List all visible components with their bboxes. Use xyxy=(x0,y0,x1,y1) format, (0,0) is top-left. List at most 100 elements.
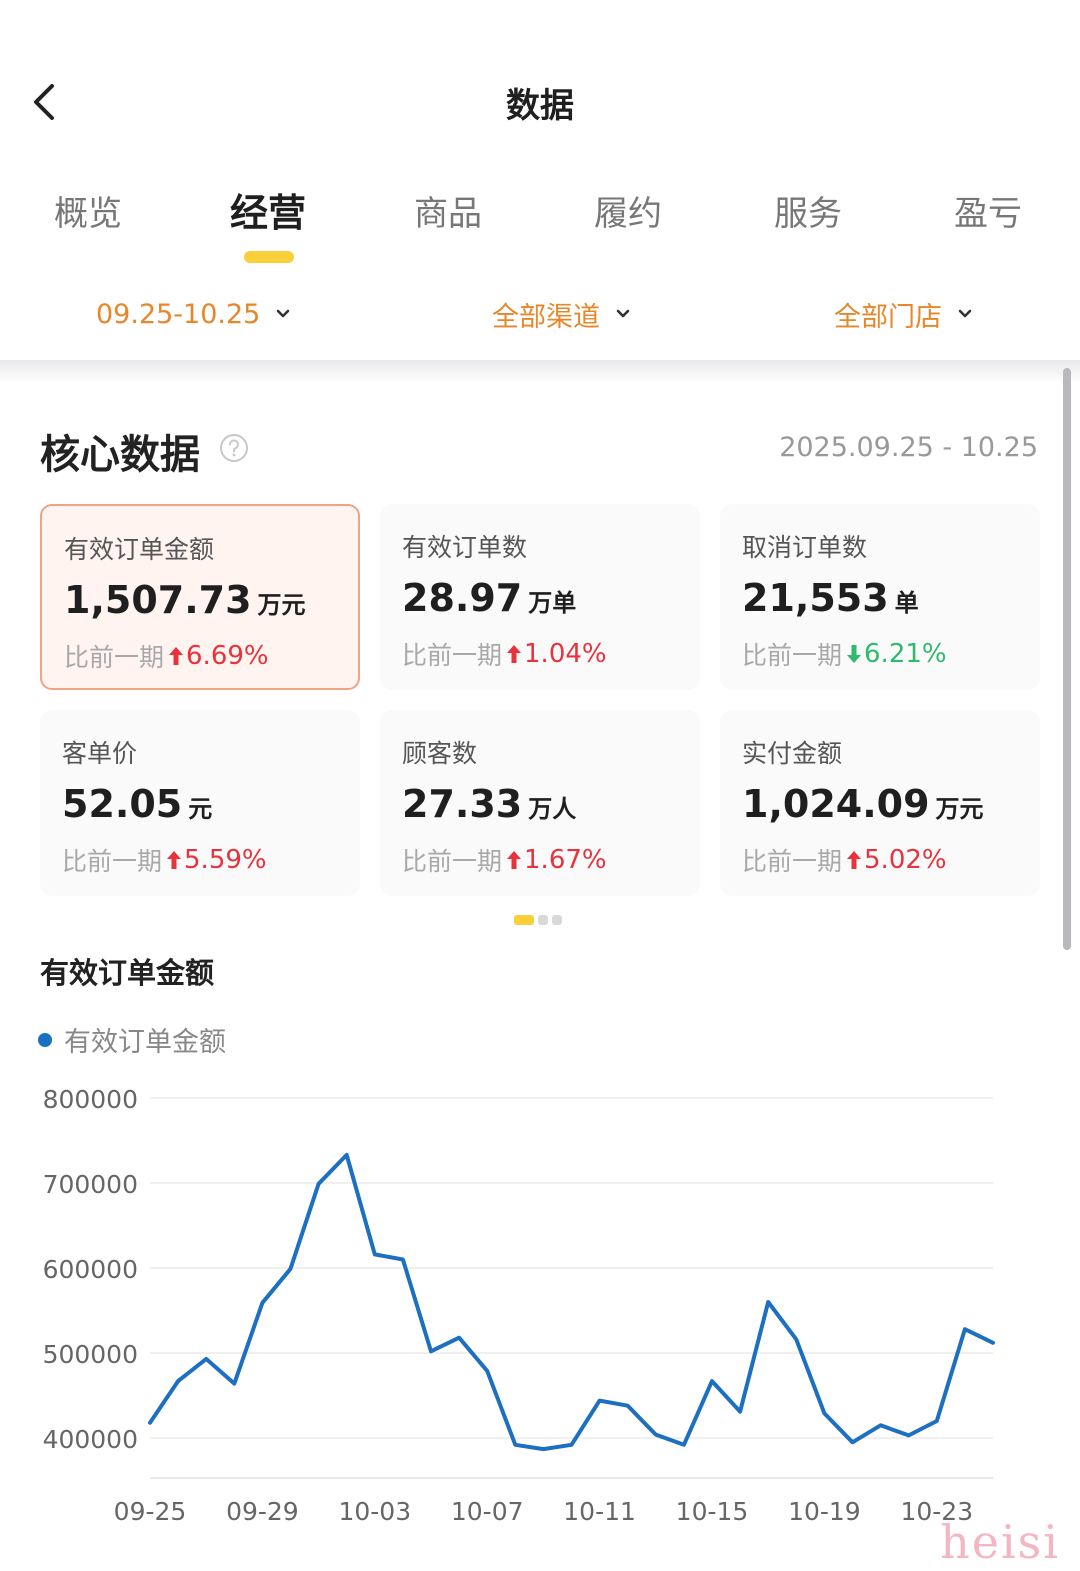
arrow-up-icon xyxy=(847,851,862,869)
legend-label: 有效订单金额 xyxy=(64,1027,226,1058)
metric-compare: 比前一期 6.69% xyxy=(64,638,269,674)
store-filter[interactable]: 全部门店 xyxy=(834,290,974,338)
legend-marker xyxy=(38,1032,52,1047)
metric-value: 21,553 单 xyxy=(742,576,919,620)
compare-label: 比前一期 xyxy=(742,641,843,670)
line-chart: 400000 500000 600000 700000 800000 09-25 09-29… xyxy=(43,1085,995,1526)
chart-title: 有效订单金额 xyxy=(40,956,215,990)
metric-number: 21,553 xyxy=(742,576,889,620)
arrow-up-icon xyxy=(169,647,184,665)
metric-unit: 单 xyxy=(894,589,919,617)
metric-label: 有效订单数 xyxy=(402,533,528,562)
metric-card[interactable]: 实付金额 1,024.09 万元比前一期 5.02% xyxy=(720,710,1040,896)
metric-label: 顾客数 xyxy=(402,739,478,768)
metric-card[interactable]: 有效订单金额 1,507.73 万元比前一期 6.69% xyxy=(40,504,360,690)
page-title: 数据 xyxy=(506,86,574,126)
active-tab-indicator xyxy=(244,251,294,263)
metric-number: 28.97 xyxy=(402,576,523,620)
metric-number: 52.05 xyxy=(62,782,183,826)
channel-filter-label: 全部渠道 xyxy=(492,301,600,333)
metric-number: 1,024.09 xyxy=(742,782,930,826)
tab-profit-loss[interactable]: 盈亏 xyxy=(898,186,1078,235)
metric-card[interactable]: 顾客数 27.33 万人 比前一期 1.67% xyxy=(380,710,700,896)
metric-label: 实付金额 xyxy=(742,739,843,768)
tab-fulfillment[interactable]: 履约 xyxy=(538,186,718,235)
metric-card[interactable]: 取消订单数 21,553 单比前一期 6.21% xyxy=(720,504,1040,690)
arrow-down-icon xyxy=(847,645,862,663)
x-tick-label: 09-29 xyxy=(226,1497,299,1526)
tab-operation[interactable]: 经营 xyxy=(178,182,358,237)
x-tick-label: 09-25 xyxy=(114,1497,187,1526)
chevron-down-icon xyxy=(616,309,630,318)
change-percent: 1.04% xyxy=(524,639,607,669)
header: 数据 概览 经营 商品 履约 服务 盈亏 09.25-10.25 全部渠道 全部… xyxy=(0,0,1080,360)
core-date-range: 2025.09.25 - 10.25 xyxy=(779,432,1038,463)
metric-value: 52.05 元 xyxy=(62,782,212,826)
x-tick-label: 10-19 xyxy=(788,1497,861,1526)
pager-dot xyxy=(538,915,548,925)
metric-unit: 万元 xyxy=(257,591,306,619)
change-percent: 5.59% xyxy=(184,845,267,875)
tab-bar: 概览 经营 商品 履约 服务 盈亏 xyxy=(0,186,1080,246)
pager-dot xyxy=(552,915,562,925)
chevron-down-icon xyxy=(277,309,290,318)
channel-filter[interactable]: 全部渠道 xyxy=(492,290,632,338)
store-filter-label: 全部门店 xyxy=(834,301,942,333)
tab-products[interactable]: 商品 xyxy=(358,186,538,235)
metric-number: 1,507.73 xyxy=(64,578,252,622)
change-percent: 1.67% xyxy=(524,845,607,875)
change-percent: 5.02% xyxy=(864,845,947,875)
tab-overview[interactable]: 概览 xyxy=(0,186,178,235)
x-tick-label: 10-03 xyxy=(338,1497,411,1526)
metric-unit: 万单 xyxy=(528,589,577,617)
metric-compare: 比前一期 6.21% xyxy=(742,636,947,672)
question-help-icon[interactable] xyxy=(218,432,250,464)
compare-label: 比前一期 xyxy=(402,847,503,876)
compare-label: 比前一期 xyxy=(742,847,843,876)
metric-value: 27.33 万人 xyxy=(402,782,576,826)
metric-label: 有效订单金额 xyxy=(64,535,215,564)
y-tick-label: 500000 xyxy=(43,1340,138,1369)
metric-value: 1,024.09 万元 xyxy=(742,782,984,826)
compare-label: 比前一期 xyxy=(402,641,503,670)
compare-label: 比前一期 xyxy=(62,847,163,876)
change-percent: 6.21% xyxy=(864,639,947,669)
series-line xyxy=(148,1152,995,1452)
y-tick-label: 600000 xyxy=(43,1255,138,1284)
arrow-up-icon xyxy=(167,851,182,869)
arrow-up-icon xyxy=(507,645,522,663)
arrow-up-icon xyxy=(507,851,522,869)
date-filter[interactable]: 09.25-10.25 xyxy=(96,290,292,338)
metric-number: 27.33 xyxy=(402,782,523,826)
watermark: heisi xyxy=(940,1515,1060,1569)
header-divider xyxy=(0,360,1080,382)
metric-unit: 万元 xyxy=(935,795,984,823)
metric-compare: 比前一期 5.02% xyxy=(742,842,947,878)
y-tick-label: 800000 xyxy=(43,1085,138,1114)
change-percent: 6.69% xyxy=(186,641,269,671)
core-data-title: 核心数据 xyxy=(40,432,200,478)
metric-compare: 比前一期 5.59% xyxy=(62,842,267,878)
compare-label: 比前一期 xyxy=(64,643,165,672)
scrollbar[interactable] xyxy=(1063,368,1071,950)
metric-unit: 万人 xyxy=(528,795,577,823)
metric-card[interactable]: 客单价 52.05 元比前一期 5.59% xyxy=(40,710,360,896)
metric-card[interactable]: 有效订单数 28.97 万单 比前一期 1.04% xyxy=(380,504,700,690)
y-tick-label: 700000 xyxy=(43,1170,138,1199)
metric-label: 客单价 xyxy=(62,739,138,768)
x-tick-label: 10-15 xyxy=(676,1497,749,1526)
chart-legend[interactable]: 有效订单金额 xyxy=(38,1020,226,1059)
x-tick-label: 10-11 xyxy=(563,1497,636,1526)
filter-bar: 09.25-10.25 全部渠道 全部门店 xyxy=(0,290,1080,338)
date-filter-label: 09.25-10.25 xyxy=(96,298,261,330)
pager-dot-active xyxy=(514,915,534,925)
tab-service[interactable]: 服务 xyxy=(718,186,898,235)
metric-value: 28.97 万单 xyxy=(402,576,576,620)
y-tick-label: 400000 xyxy=(43,1425,138,1454)
metric-unit: 元 xyxy=(188,795,213,823)
metric-label: 取消订单数 xyxy=(742,533,868,562)
chevron-down-icon xyxy=(958,309,972,318)
metric-compare: 比前一期 1.67% xyxy=(402,842,607,878)
metric-compare: 比前一期 1.04% xyxy=(402,636,607,672)
metric-value: 1,507.73 万元 xyxy=(64,578,306,622)
